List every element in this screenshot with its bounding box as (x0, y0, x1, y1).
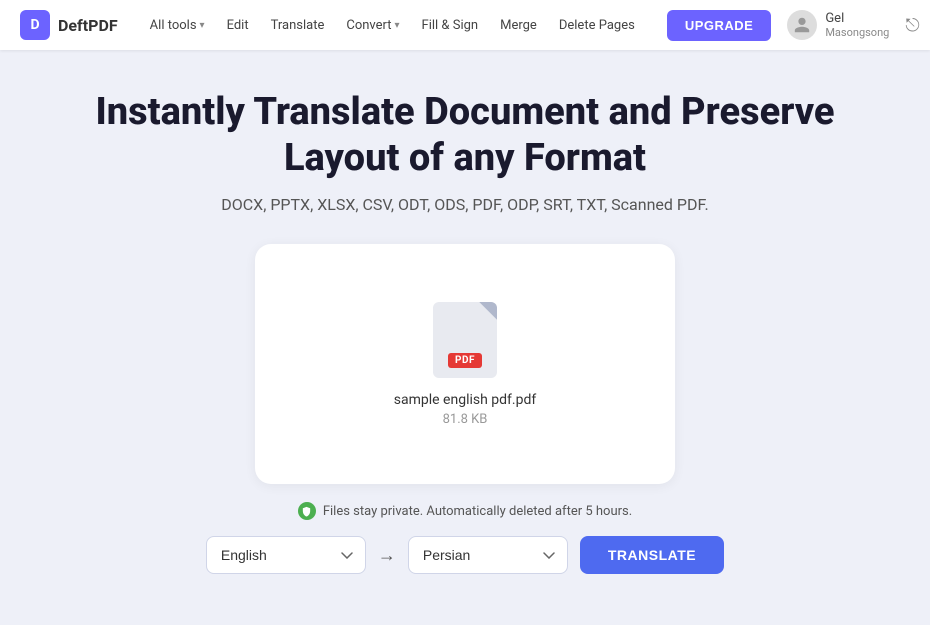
main-content: Instantly Translate Document and Preserv… (0, 50, 930, 625)
shield-icon (298, 502, 316, 520)
nav-right: UPGRADE Gel Masongsong ⎋ (667, 10, 920, 41)
pdf-badge: PDF (448, 353, 482, 368)
chevron-down-icon: ▾ (200, 20, 205, 31)
page-title: Instantly Translate Document and Preserv… (65, 90, 865, 181)
user-last-name: Masongsong (825, 26, 889, 39)
nav-all-tools[interactable]: All tools ▾ (142, 14, 213, 37)
nav-fill-sign[interactable]: Fill & Sign (414, 14, 487, 37)
logout-icon[interactable]: ⎋ (905, 15, 919, 36)
chevron-down-icon: ▾ (395, 20, 400, 31)
privacy-text: Files stay private. Automatically delete… (323, 504, 632, 519)
file-size: 81.8 KB (443, 412, 488, 427)
logo-link[interactable]: D DeftPDF (20, 10, 118, 40)
file-icon: PDF (433, 302, 497, 378)
file-icon-wrapper: PDF (433, 302, 497, 378)
logo-icon: D (20, 10, 50, 40)
from-language-select[interactable]: English Spanish French German Italian Po… (206, 536, 366, 574)
arrow-icon: → (378, 545, 396, 566)
user-info[interactable]: Gel Masongsong (787, 10, 889, 40)
nav-translate[interactable]: Translate (263, 14, 333, 37)
nav-edit[interactable]: Edit (219, 14, 257, 37)
translation-controls: English Spanish French German Italian Po… (206, 536, 724, 574)
privacy-note: Files stay private. Automatically delete… (298, 502, 632, 520)
page-subtitle: DOCX, PPTX, XLSX, CSV, ODT, ODS, PDF, OD… (221, 195, 708, 214)
file-card: PDF sample english pdf.pdf 81.8 KB (255, 244, 675, 484)
avatar (787, 10, 817, 40)
upgrade-button[interactable]: UPGRADE (667, 10, 772, 41)
user-first-name: Gel (825, 11, 889, 27)
nav-merge[interactable]: Merge (492, 14, 545, 37)
translate-button[interactable]: TRANSLATE (580, 536, 724, 574)
nav-delete-pages[interactable]: Delete Pages (551, 14, 643, 37)
logo-text: DeftPDF (58, 16, 118, 35)
navbar: D DeftPDF All tools ▾ Edit Translate Con… (0, 0, 930, 50)
to-language-select[interactable]: English Spanish French German Italian Po… (408, 536, 568, 574)
file-name: sample english pdf.pdf (394, 392, 536, 408)
nav-links: All tools ▾ Edit Translate Convert ▾ Fil… (142, 14, 643, 37)
nav-convert[interactable]: Convert ▾ (338, 14, 407, 37)
user-icon (793, 16, 811, 34)
